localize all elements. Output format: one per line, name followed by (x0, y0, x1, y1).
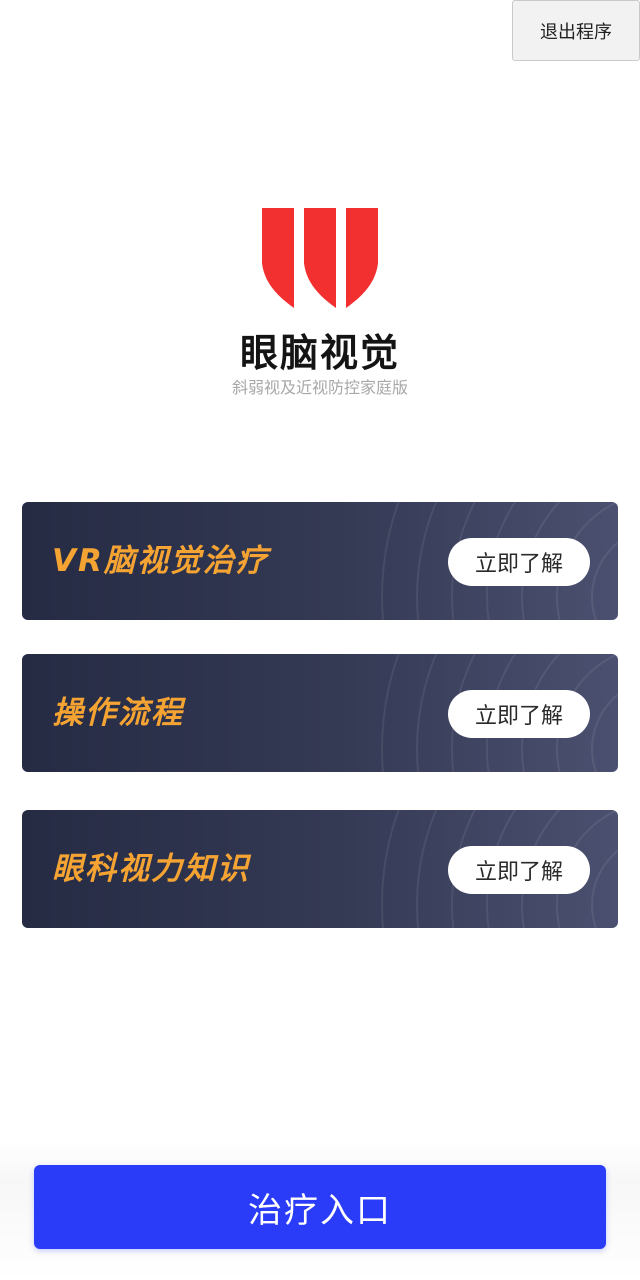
card-title: 操作流程 (52, 695, 184, 731)
card-vr-treatment[interactable]: VR脑视觉治疗 立即了解 (22, 502, 618, 620)
card-title: VR脑视觉治疗 (52, 543, 269, 579)
brand-name: 眼脑视觉 (239, 330, 400, 375)
card-eye-knowledge[interactable]: 眼科视力知识 立即了解 (22, 810, 618, 928)
exit-program-button[interactable]: 退出程序 (512, 0, 640, 61)
brand-logo-icon (262, 208, 378, 308)
learn-more-button[interactable]: 立即了解 (448, 846, 590, 894)
brand-subtitle: 斜弱视及近视防控家庭版 (231, 378, 408, 397)
card-title: 眼科视力知识 (52, 851, 250, 887)
learn-more-button[interactable]: 立即了解 (448, 538, 590, 586)
treatment-entry-button[interactable]: 治疗入口 (34, 1165, 606, 1249)
card-operation-process[interactable]: 操作流程 立即了解 (22, 654, 618, 772)
learn-more-button[interactable]: 立即了解 (448, 690, 590, 738)
